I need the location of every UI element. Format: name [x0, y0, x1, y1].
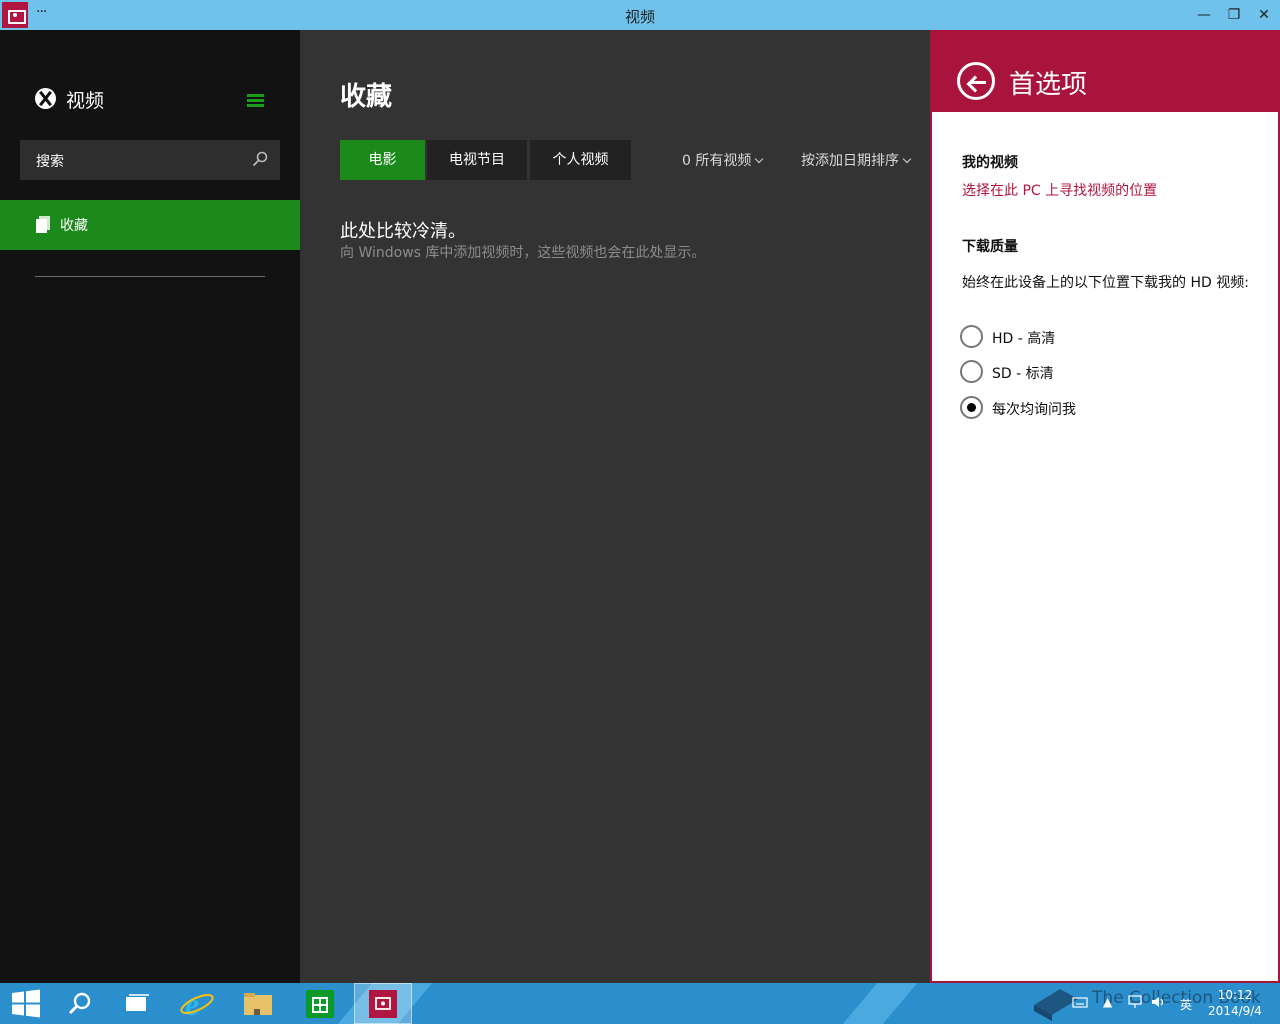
taskbar-decoration: [842, 983, 918, 1024]
close-button[interactable]: ✕: [1250, 4, 1278, 26]
radio-label: SD - 标清: [992, 366, 1054, 382]
search-placeholder: 搜索: [36, 154, 64, 170]
radio-label: HD - 高清: [992, 331, 1056, 347]
empty-state-description: 向 Windows 库中添加视频时，这些视频也会在此处显示。: [340, 245, 706, 261]
tab-personal-videos[interactable]: 个人视频: [530, 140, 631, 180]
filter-label: 0 所有视频: [682, 153, 752, 169]
download-description: 始终在此设备上的以下位置下载我的 HD 视频:: [962, 275, 1249, 291]
video-app-taskbar-button[interactable]: [354, 983, 412, 1024]
network-glyph-icon: [1128, 995, 1142, 1008]
radio-button-checked[interactable]: [960, 396, 983, 419]
volume-icon[interactable]: [1151, 995, 1167, 1012]
download-quality-label: 下载质量: [962, 239, 1018, 255]
tab-tv-shows[interactable]: 电视节目: [427, 140, 527, 180]
system-clock[interactable]: 10:12 2014/9/4: [1205, 987, 1265, 1019]
keyboard-icon[interactable]: [1072, 995, 1088, 1012]
clock-time: 10:12: [1217, 988, 1253, 1002]
keyboard-glyph-icon: [1072, 997, 1088, 1008]
nav-item-label: 收藏: [60, 218, 88, 234]
search-taskbar-button[interactable]: [50, 983, 108, 1024]
sort-label: 按添加日期排序: [801, 153, 899, 169]
file-explorer-button[interactable]: [228, 983, 286, 1024]
folder-icon: [244, 993, 272, 1015]
my-videos-label: 我的视频: [962, 155, 1018, 171]
show-hidden-icons-icon[interactable]: ▲: [1103, 995, 1112, 1009]
choose-video-location-link[interactable]: 选择在此 PC 上寻找视频的位置: [962, 180, 1157, 200]
task-view-button[interactable]: [108, 983, 166, 1024]
page-title: 收藏: [340, 82, 393, 112]
internet-explorer-button[interactable]: e: [168, 983, 226, 1024]
restore-button[interactable]: ❐: [1220, 4, 1248, 26]
hamburger-menu-icon[interactable]: [247, 94, 264, 108]
sort-dropdown[interactable]: 按添加日期排序: [801, 150, 912, 170]
back-arrow-icon[interactable]: [957, 62, 995, 100]
empty-state-title: 此处比较冷清。: [340, 221, 466, 242]
xbox-icon: [35, 88, 56, 109]
internet-explorer-icon: e: [180, 986, 214, 1022]
preferences-pane: 首选项 我的视频 选择在此 PC 上寻找视频的位置 下载质量 始终在此设备上的以…: [930, 30, 1280, 983]
chevron-down-icon: [902, 154, 912, 164]
preferences-title: 首选项: [1009, 70, 1088, 100]
main-content: 收藏 电影 电视节目 个人视频 0 所有视频 按添加日期排序 此处比较冷清。 向…: [300, 30, 930, 983]
search-icon[interactable]: [252, 151, 268, 167]
tab-movies[interactable]: 电影: [340, 140, 425, 180]
taskbar: e The Collection Book ▲ 英 10:12 2014/9/4: [0, 983, 1280, 1024]
app-name: 视频: [66, 90, 105, 112]
radio-button[interactable]: [960, 360, 983, 383]
network-icon[interactable]: [1127, 995, 1143, 1012]
nav-divider: [35, 276, 265, 277]
window-title: 视频: [624, 8, 655, 26]
left-nav: 视频 搜索 收藏: [0, 30, 300, 983]
store-button[interactable]: [291, 983, 349, 1024]
store-icon: [306, 990, 334, 1018]
minimize-button[interactable]: —: [1190, 4, 1218, 26]
chevron-down-icon: [755, 154, 764, 164]
clock-date: 2014/9/4: [1208, 1004, 1262, 1018]
radio-button[interactable]: [960, 325, 983, 348]
filter-dropdown[interactable]: 0 所有视频: [682, 150, 764, 170]
task-view-icon: [126, 994, 149, 1011]
radio-label: 每次均询问我: [992, 402, 1076, 418]
nav-item-favorites[interactable]: 收藏: [0, 200, 300, 250]
video-app-icon: [369, 990, 397, 1018]
speaker-glyph-icon: [1152, 997, 1164, 1007]
collection-icon: [36, 216, 50, 233]
preferences-header: 首选项: [932, 30, 1278, 112]
search-icon: [68, 992, 91, 1015]
title-bar: ··· 视频 — ❐ ✕: [0, 0, 1280, 30]
search-input[interactable]: 搜索: [20, 140, 280, 180]
input-language-indicator[interactable]: 英: [1180, 996, 1192, 1013]
